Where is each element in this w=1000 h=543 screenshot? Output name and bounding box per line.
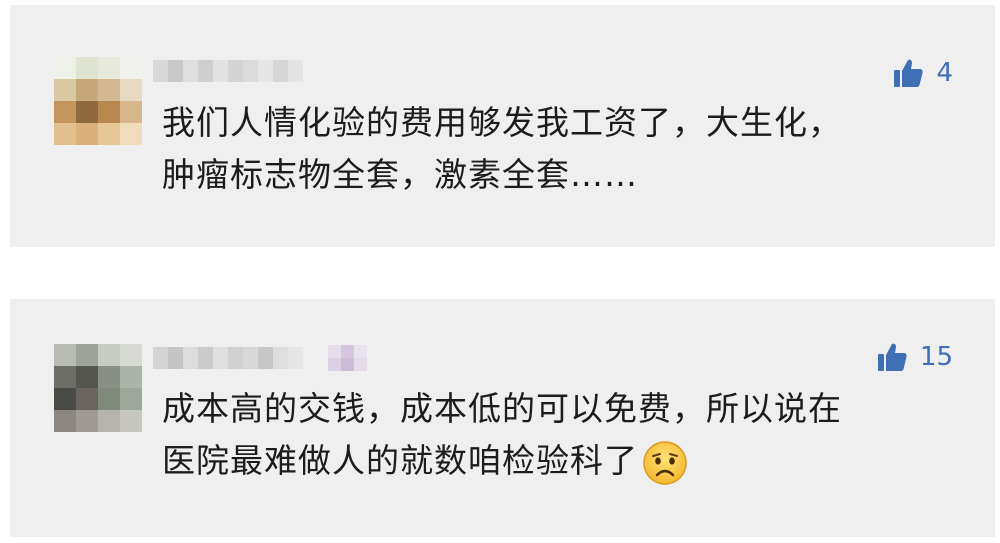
thumbs-up-icon <box>877 343 907 371</box>
like-button[interactable]: 4 <box>892 57 953 89</box>
comment-line: 肿瘤标志物全套，激素全套…… <box>162 155 638 194</box>
comment-line: 医院最难做人的就数咱检验科了 <box>162 435 925 487</box>
user-badge-blurred <box>328 345 367 371</box>
avatar[interactable] <box>54 344 142 432</box>
comment-line: 成本高的交钱，成本低的可以免费，所以说在 <box>162 389 842 428</box>
comment-card: 15 成本高的交钱，成本低的可以免费，所以说在 医院最难做人的就数咱检验科了 <box>10 299 995 537</box>
comment-text: 我们人情化验的费用够发我工资了，大生化， 肿瘤标志物全套，激素全套…… <box>162 97 925 201</box>
avatar[interactable] <box>54 57 142 145</box>
username-blurred[interactable] <box>153 347 303 369</box>
comment-line: 我们人情化验的费用够发我工资了，大生化， <box>162 103 842 142</box>
comment-card: 4 我们人情化验的费用够发我工资了，大生化， 肿瘤标志物全套，激素全套…… <box>10 5 995 247</box>
like-count: 15 <box>919 342 953 372</box>
like-count: 4 <box>936 58 953 88</box>
comment-line-text: 医院最难做人的就数咱检验科了 <box>162 441 638 480</box>
like-button[interactable]: 15 <box>876 341 953 373</box>
username-blurred[interactable] <box>153 60 303 82</box>
sad-face-icon <box>643 440 687 485</box>
thumbs-up-icon <box>894 59 924 87</box>
comment-text: 成本高的交钱，成本低的可以免费，所以说在 医院最难做人的就数咱检验科了 <box>162 383 925 487</box>
